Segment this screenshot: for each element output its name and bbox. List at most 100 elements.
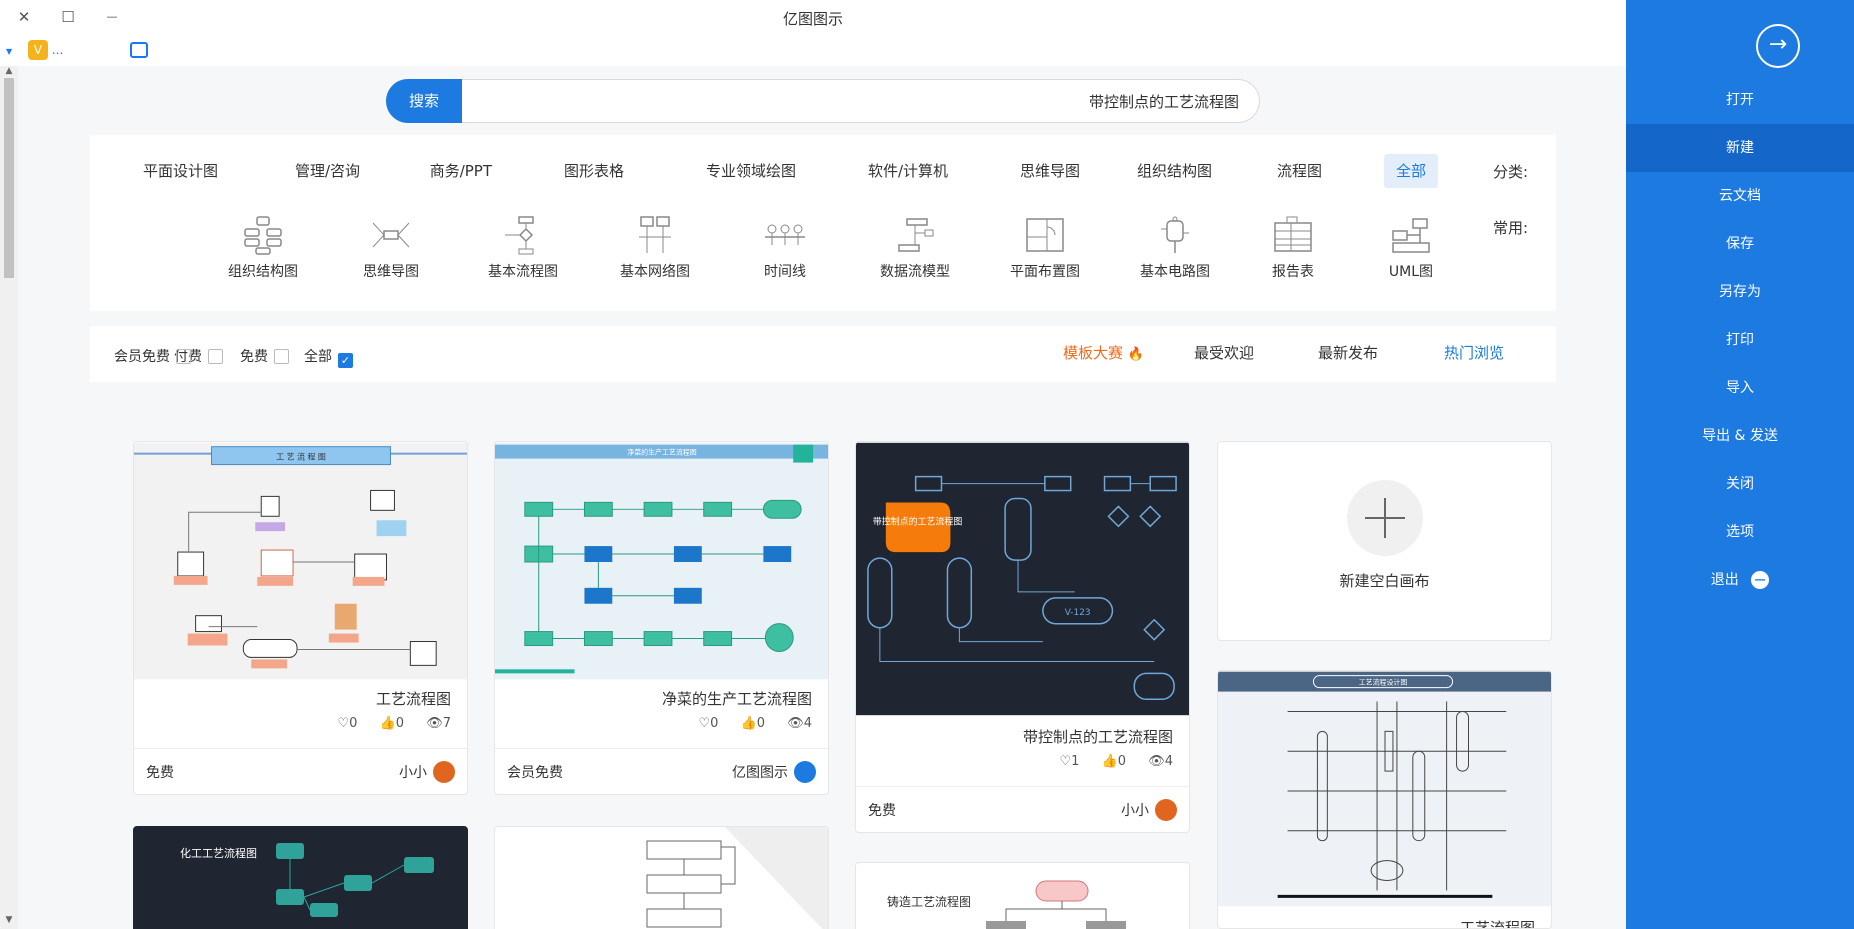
category-business-ppt[interactable]: 商务/PPT <box>418 154 504 188</box>
search-input[interactable]: 带控制点的工艺流程图 <box>1089 80 1239 124</box>
fav-icon: ♡ <box>1059 754 1072 769</box>
template-label: 时间线 <box>764 264 806 280</box>
like-count: 0 <box>395 716 405 731</box>
sidebar-item-cloud-docs[interactable]: 云文档 <box>1626 172 1854 220</box>
tab-contest[interactable]: 模板大赛 🔥 <box>1063 342 1144 363</box>
category-label: 分类: <box>1492 163 1528 181</box>
dropdown-arrow-icon: ▼ <box>6 47 13 56</box>
category-graphic-table[interactable]: 图形表格 <box>552 154 636 188</box>
template-card[interactable]: 工艺流程设计图 工艺流程图 <box>1217 670 1552 929</box>
sidebar-item-save-as[interactable]: 另存为 <box>1626 268 1854 316</box>
vip-more: ... <box>51 43 64 57</box>
checkbox-all[interactable]: 全部 ✓ <box>304 346 353 368</box>
sidebar-item-close[interactable]: 关闭 <box>1626 460 1854 508</box>
card-thumbnail: 净菜的生产工艺流程图 <box>495 442 828 680</box>
like-icon: 👍 <box>1101 754 1118 769</box>
exit-icon: − <box>1751 571 1770 589</box>
checkbox-box[interactable] <box>208 349 223 364</box>
template-card[interactable]: 铸造工艺流程图 <box>855 862 1190 929</box>
checkbox-box[interactable] <box>274 349 289 364</box>
template-card[interactable]: 带控制点的工艺流程图 V-123 带控制点的工艺流程图 ♡1 👍0 👁4 免费 … <box>855 441 1190 833</box>
template-label: 报告表 <box>1272 264 1314 280</box>
template-org-chart[interactable]: 组织结构图 <box>208 215 318 285</box>
template-mind-map[interactable]: 思维导图 <box>336 215 446 285</box>
category-mind-map[interactable]: 思维导图 <box>1008 154 1092 188</box>
category-org-chart[interactable]: 组织结构图 <box>1125 154 1224 188</box>
floor-plan-icon <box>1026 218 1064 252</box>
card-stats: ♡0 👍0 👁4 <box>681 716 812 731</box>
category-graphic-design[interactable]: 平面设计图 <box>131 154 230 188</box>
tab-hot-browse[interactable]: 热门浏览 <box>1444 342 1504 363</box>
view-count: 4 <box>1164 754 1173 769</box>
view-icon: 👁 <box>787 716 804 731</box>
backstage-sidebar: → 打开 新建 云文档 保存 另存为 打印 导入 导出 & 发送 关闭 选项 退… <box>1626 0 1854 929</box>
template-card[interactable]: 净菜的生产工艺流程图 净菜的生产工艺流程图 ♡0 👍0 👁4 会员免费 亿图图示 <box>494 441 829 795</box>
card-author[interactable]: 亿图图示 <box>732 761 816 783</box>
template-data-flow[interactable]: 数据流模型 <box>860 215 970 285</box>
scrollbar[interactable]: ▲ ▼ <box>0 66 18 929</box>
tab-latest[interactable]: 最新发布 <box>1318 342 1378 363</box>
checkbox-checked-icon[interactable]: ✓ <box>338 353 353 368</box>
sidebar-item-save[interactable]: 保存 <box>1626 220 1854 268</box>
template-basic-flow[interactable]: 基本流程图 <box>468 215 578 285</box>
search-bar[interactable]: 搜索 带控制点的工艺流程图 <box>386 79 1260 123</box>
category-all[interactable]: 全部 <box>1383 154 1438 188</box>
template-card[interactable]: 化工工艺流程图 <box>133 826 468 929</box>
view-icon: 👁 <box>1148 754 1165 769</box>
like-icon: 👍 <box>740 716 757 731</box>
card-title: 净菜的生产工艺流程图 <box>661 690 812 708</box>
template-timeline[interactable]: 时间线 <box>730 215 840 285</box>
template-uml[interactable]: UML图 <box>1356 215 1466 285</box>
category-management[interactable]: 管理/咨询 <box>283 154 372 188</box>
card-footer: 会员免费 亿图图示 <box>495 748 828 794</box>
view-count: 7 <box>442 716 451 731</box>
template-card[interactable]: 工 艺 流 程 图 工艺流程图 ♡0 👍0 👁7 免费 小小 <box>133 441 468 795</box>
category-professional[interactable]: 专业领域绘图 <box>694 154 808 188</box>
vip-badge[interactable]: ▼ V ... <box>6 40 66 62</box>
category-software[interactable]: 软件/计算机 <box>856 154 960 188</box>
new-canvas-label: 新建空白画布 <box>1339 572 1430 590</box>
template-network[interactable]: 基本网络图 <box>600 215 710 285</box>
card-thumbnail: 工 艺 流 程 图 <box>134 442 467 680</box>
tab-popular[interactable]: 最受欢迎 <box>1194 342 1254 363</box>
scroll-down-icon[interactable]: ▼ <box>3 915 15 925</box>
template-label: 基本电路图 <box>1140 264 1210 280</box>
plus-icon[interactable] <box>1347 480 1423 556</box>
checkbox-label: 会员免费 <box>114 349 170 365</box>
card-price: 会员免费 <box>507 765 563 781</box>
sidebar-item-new[interactable]: 新建 <box>1626 124 1854 172</box>
template-circuit[interactable]: 基本电路图 <box>1120 215 1230 285</box>
card-author[interactable]: 小小 <box>399 761 455 783</box>
sidebar-item-options[interactable]: 选项 <box>1626 508 1854 556</box>
timeline-icon <box>765 224 805 245</box>
scroll-up-icon[interactable]: ▲ <box>3 66 15 76</box>
template-label: 组织结构图 <box>228 264 298 280</box>
checkbox-box[interactable] <box>176 349 191 364</box>
sidebar-item-open[interactable]: 打开 <box>1626 76 1854 124</box>
card-author[interactable]: 小小 <box>1121 799 1177 821</box>
sidebar-item-import[interactable]: 导入 <box>1626 364 1854 412</box>
thumb-header: 工 艺 流 程 图 <box>276 452 326 462</box>
search-button[interactable]: 搜索 <box>386 79 462 123</box>
sidebar-item-print[interactable]: 打印 <box>1626 316 1854 364</box>
new-blank-canvas-card[interactable]: 新建空白画布 <box>1217 441 1552 641</box>
checkbox-free[interactable]: 免费 <box>240 346 289 366</box>
template-floor-plan[interactable]: 平面布置图 <box>990 215 1100 285</box>
sidebar-item-export-send[interactable]: 导出 & 发送 <box>1626 412 1854 460</box>
category-flowchart[interactable]: 流程图 <box>1265 154 1334 188</box>
card-footer: 免费 小小 <box>856 786 1189 832</box>
back-arrow-icon[interactable]: → <box>1756 24 1800 68</box>
data-flow-icon <box>898 218 934 252</box>
template-report[interactable]: 报告表 <box>1238 215 1348 285</box>
filter-bar: 热门浏览 最新发布 最受欢迎 模板大赛 🔥 全部 ✓ 免费 付费 会员免费 <box>90 326 1556 382</box>
checkbox-member-free[interactable]: 会员免费 <box>114 346 191 366</box>
chat-icon[interactable] <box>130 42 148 58</box>
scroll-thumb[interactable] <box>4 78 14 278</box>
template-label: 基本网络图 <box>620 264 690 280</box>
sidebar-item-exit[interactable]: 退出 − <box>1626 556 1854 604</box>
template-label: 基本流程图 <box>488 264 558 280</box>
title-bar: ✕ ☐ — 亿图图示 <box>0 0 1626 36</box>
fire-icon: 🔥 <box>1127 347 1144 362</box>
template-card[interactable] <box>494 826 829 929</box>
basic-flow-icon <box>505 216 534 255</box>
